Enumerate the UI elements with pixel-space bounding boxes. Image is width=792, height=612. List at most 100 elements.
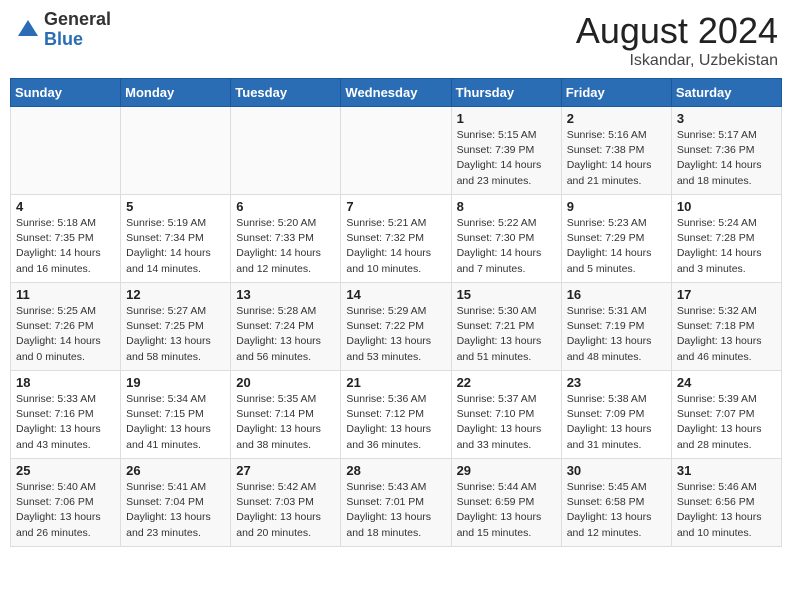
location: Iskandar, Uzbekistan	[576, 52, 778, 70]
calendar-day-cell: 6 Sunrise: 5:20 AM Sunset: 7:33 PM Daylig…	[231, 195, 341, 283]
day-number: 24	[677, 375, 776, 390]
calendar-day-cell: 23 Sunrise: 5:38 AM Sunset: 7:09 PM Dayli…	[561, 371, 671, 459]
day-number: 12	[126, 287, 225, 302]
day-number: 14	[346, 287, 445, 302]
day-info: Sunrise: 5:21 AM Sunset: 7:32 PM Dayligh…	[346, 216, 445, 277]
day-number: 20	[236, 375, 335, 390]
day-info: Sunrise: 5:29 AM Sunset: 7:22 PM Dayligh…	[346, 304, 445, 365]
calendar-day-cell	[121, 107, 231, 195]
calendar-day-cell	[231, 107, 341, 195]
day-number: 27	[236, 463, 335, 478]
day-info: Sunrise: 5:39 AM Sunset: 7:07 PM Dayligh…	[677, 392, 776, 453]
logo: General Blue	[14, 10, 111, 50]
weekday-header: Friday	[561, 79, 671, 107]
calendar-day-cell: 31 Sunrise: 5:46 AM Sunset: 6:56 PM Dayli…	[671, 459, 781, 547]
weekday-header: Tuesday	[231, 79, 341, 107]
logo-blue: Blue	[44, 30, 111, 50]
calendar-day-cell: 24 Sunrise: 5:39 AM Sunset: 7:07 PM Dayli…	[671, 371, 781, 459]
calendar-week-row: 18 Sunrise: 5:33 AM Sunset: 7:16 PM Dayli…	[11, 371, 782, 459]
calendar-week-row: 11 Sunrise: 5:25 AM Sunset: 7:26 PM Dayli…	[11, 283, 782, 371]
calendar-day-cell: 11 Sunrise: 5:25 AM Sunset: 7:26 PM Dayli…	[11, 283, 121, 371]
calendar-day-cell: 18 Sunrise: 5:33 AM Sunset: 7:16 PM Dayli…	[11, 371, 121, 459]
day-number: 22	[457, 375, 556, 390]
day-number: 6	[236, 199, 335, 214]
calendar-day-cell	[11, 107, 121, 195]
day-info: Sunrise: 5:40 AM Sunset: 7:06 PM Dayligh…	[16, 480, 115, 541]
calendar-day-cell	[341, 107, 451, 195]
day-number: 4	[16, 199, 115, 214]
day-info: Sunrise: 5:27 AM Sunset: 7:25 PM Dayligh…	[126, 304, 225, 365]
day-number: 3	[677, 111, 776, 126]
day-info: Sunrise: 5:18 AM Sunset: 7:35 PM Dayligh…	[16, 216, 115, 277]
calendar-day-cell: 9Sunrise: 5:23 AM Sunset: 7:29 PM Daylig…	[561, 195, 671, 283]
calendar-day-cell: 30 Sunrise: 5:45 AM Sunset: 6:58 PM Dayli…	[561, 459, 671, 547]
day-info: Sunrise: 5:32 AM Sunset: 7:18 PM Dayligh…	[677, 304, 776, 365]
calendar-day-cell: 2Sunrise: 5:16 AM Sunset: 7:38 PM Daylig…	[561, 107, 671, 195]
day-info: Sunrise: 5:41 AM Sunset: 7:04 PM Dayligh…	[126, 480, 225, 541]
day-info: Sunrise: 5:44 AM Sunset: 6:59 PM Dayligh…	[457, 480, 556, 541]
logo-icon	[14, 16, 42, 44]
day-number: 31	[677, 463, 776, 478]
day-number: 25	[16, 463, 115, 478]
calendar-day-cell: 1 Sunrise: 5:15 AM Sunset: 7:39 PM Daylig…	[451, 107, 561, 195]
day-info: Sunrise: 5:34 AM Sunset: 7:15 PM Dayligh…	[126, 392, 225, 453]
calendar-day-cell: 5Sunrise: 5:19 AM Sunset: 7:34 PM Daylig…	[121, 195, 231, 283]
day-number: 26	[126, 463, 225, 478]
day-info: Sunrise: 5:15 AM Sunset: 7:39 PM Dayligh…	[457, 128, 556, 189]
day-info: Sunrise: 5:23 AM Sunset: 7:29 PM Dayligh…	[567, 216, 666, 277]
day-number: 15	[457, 287, 556, 302]
day-info: Sunrise: 5:20 AM Sunset: 7:33 PM Dayligh…	[236, 216, 335, 277]
calendar-day-cell: 17 Sunrise: 5:32 AM Sunset: 7:18 PM Dayli…	[671, 283, 781, 371]
day-number: 30	[567, 463, 666, 478]
calendar-day-cell: 16Sunrise: 5:31 AM Sunset: 7:19 PM Dayli…	[561, 283, 671, 371]
day-number: 17	[677, 287, 776, 302]
calendar-day-cell: 28 Sunrise: 5:43 AM Sunset: 7:01 PM Dayli…	[341, 459, 451, 547]
day-info: Sunrise: 5:24 AM Sunset: 7:28 PM Dayligh…	[677, 216, 776, 277]
day-info: Sunrise: 5:31 AM Sunset: 7:19 PM Dayligh…	[567, 304, 666, 365]
calendar-day-cell: 8Sunrise: 5:22 AM Sunset: 7:30 PM Daylig…	[451, 195, 561, 283]
calendar-day-cell: 25 Sunrise: 5:40 AM Sunset: 7:06 PM Dayli…	[11, 459, 121, 547]
day-number: 13	[236, 287, 335, 302]
day-number: 1	[457, 111, 556, 126]
calendar-week-row: 25 Sunrise: 5:40 AM Sunset: 7:06 PM Dayli…	[11, 459, 782, 547]
day-info: Sunrise: 5:45 AM Sunset: 6:58 PM Dayligh…	[567, 480, 666, 541]
calendar-day-cell: 3 Sunrise: 5:17 AM Sunset: 7:36 PM Daylig…	[671, 107, 781, 195]
calendar-table: SundayMondayTuesdayWednesdayThursdayFrid…	[10, 78, 782, 547]
day-info: Sunrise: 5:17 AM Sunset: 7:36 PM Dayligh…	[677, 128, 776, 189]
calendar-day-cell: 26 Sunrise: 5:41 AM Sunset: 7:04 PM Dayli…	[121, 459, 231, 547]
day-number: 8	[457, 199, 556, 214]
weekday-header-row: SundayMondayTuesdayWednesdayThursdayFrid…	[11, 79, 782, 107]
calendar-day-cell: 15 Sunrise: 5:30 AM Sunset: 7:21 PM Dayli…	[451, 283, 561, 371]
day-number: 23	[567, 375, 666, 390]
day-info: Sunrise: 5:28 AM Sunset: 7:24 PM Dayligh…	[236, 304, 335, 365]
day-info: Sunrise: 5:43 AM Sunset: 7:01 PM Dayligh…	[346, 480, 445, 541]
day-info: Sunrise: 5:46 AM Sunset: 6:56 PM Dayligh…	[677, 480, 776, 541]
calendar-day-cell: 10Sunrise: 5:24 AM Sunset: 7:28 PM Dayli…	[671, 195, 781, 283]
title-area: August 2024 Iskandar, Uzbekistan	[576, 10, 778, 70]
day-number: 29	[457, 463, 556, 478]
calendar-day-cell: 21Sunrise: 5:36 AM Sunset: 7:12 PM Dayli…	[341, 371, 451, 459]
calendar-day-cell: 14 Sunrise: 5:29 AM Sunset: 7:22 PM Dayli…	[341, 283, 451, 371]
day-number: 2	[567, 111, 666, 126]
day-info: Sunrise: 5:25 AM Sunset: 7:26 PM Dayligh…	[16, 304, 115, 365]
day-number: 28	[346, 463, 445, 478]
day-number: 7	[346, 199, 445, 214]
calendar-day-cell: 20 Sunrise: 5:35 AM Sunset: 7:14 PM Dayli…	[231, 371, 341, 459]
calendar-day-cell: 7 Sunrise: 5:21 AM Sunset: 7:32 PM Daylig…	[341, 195, 451, 283]
day-info: Sunrise: 5:37 AM Sunset: 7:10 PM Dayligh…	[457, 392, 556, 453]
calendar-day-cell: 22 Sunrise: 5:37 AM Sunset: 7:10 PM Dayli…	[451, 371, 561, 459]
day-info: Sunrise: 5:19 AM Sunset: 7:34 PM Dayligh…	[126, 216, 225, 277]
day-info: Sunrise: 5:30 AM Sunset: 7:21 PM Dayligh…	[457, 304, 556, 365]
weekday-header: Thursday	[451, 79, 561, 107]
logo-text: General Blue	[44, 10, 111, 50]
day-info: Sunrise: 5:33 AM Sunset: 7:16 PM Dayligh…	[16, 392, 115, 453]
day-number: 18	[16, 375, 115, 390]
day-info: Sunrise: 5:35 AM Sunset: 7:14 PM Dayligh…	[236, 392, 335, 453]
calendar-day-cell: 4 Sunrise: 5:18 AM Sunset: 7:35 PM Daylig…	[11, 195, 121, 283]
calendar-week-row: 1 Sunrise: 5:15 AM Sunset: 7:39 PM Daylig…	[11, 107, 782, 195]
day-number: 11	[16, 287, 115, 302]
day-info: Sunrise: 5:38 AM Sunset: 7:09 PM Dayligh…	[567, 392, 666, 453]
calendar-week-row: 4 Sunrise: 5:18 AM Sunset: 7:35 PM Daylig…	[11, 195, 782, 283]
calendar-day-cell: 13 Sunrise: 5:28 AM Sunset: 7:24 PM Dayli…	[231, 283, 341, 371]
weekday-header: Sunday	[11, 79, 121, 107]
